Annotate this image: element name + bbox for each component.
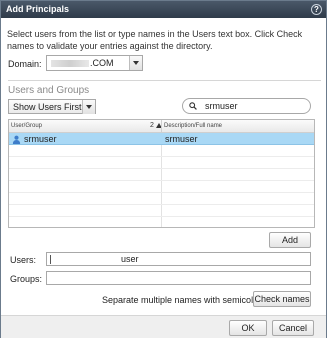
add-principals-dialog: Add Principals ? Select users from the l… <box>0 0 327 338</box>
domain-dropdown[interactable]: .COM <box>46 55 143 71</box>
users-value: user <box>121 254 139 264</box>
table-row <box>9 193 314 205</box>
groups-input[interactable] <box>46 271 311 285</box>
table-row <box>9 181 314 193</box>
users-input[interactable]: user <box>46 252 311 266</box>
column-header-user-group[interactable]: User/Group <box>11 123 42 129</box>
table-row <box>9 169 314 181</box>
instructions-text: Select users from the list or type names… <box>7 29 303 51</box>
ok-button[interactable]: OK <box>229 320 267 336</box>
table-row <box>9 205 314 217</box>
column-divider[interactable] <box>161 120 162 133</box>
table-row[interactable]: srmuser srmuser <box>9 133 314 145</box>
cancel-button[interactable]: Cancel <box>272 320 314 336</box>
show-filter-dropdown[interactable]: Show Users First <box>8 99 96 114</box>
text-cursor <box>50 255 51 264</box>
show-filter-value: Show Users First <box>13 102 82 112</box>
separator-hint: Separate multiple names with semicolons <box>102 295 268 305</box>
user-description: srmuser <box>165 134 198 144</box>
table-header: User/Group 2 Description/Full name <box>9 120 314 133</box>
search-input[interactable]: srmuser <box>182 98 311 114</box>
check-names-button[interactable]: Check names <box>253 291 311 307</box>
user-name: srmuser <box>24 134 57 144</box>
title-bar: Add Principals ? <box>1 1 326 18</box>
table-row <box>9 145 314 157</box>
search-value: srmuser <box>205 101 238 111</box>
table-row <box>9 157 314 169</box>
help-icon[interactable]: ? <box>311 4 322 15</box>
groups-label: Groups: <box>10 274 43 284</box>
divider <box>8 80 321 81</box>
column-header-description[interactable]: Description/Full name <box>164 123 222 129</box>
add-button[interactable]: Add <box>269 232 311 248</box>
dialog-title: Add Principals <box>6 4 70 14</box>
redacted-domain-prefix <box>51 60 89 67</box>
chevron-down-icon[interactable] <box>129 56 142 70</box>
section-title: Users and Groups <box>8 85 90 96</box>
domain-value: .COM <box>90 58 114 68</box>
user-icon <box>12 135 21 144</box>
search-icon <box>189 102 197 110</box>
users-groups-table: User/Group 2 Description/Full name srmus… <box>8 119 315 228</box>
sort-index: 2 <box>150 122 154 129</box>
domain-label: Domain: <box>8 59 42 69</box>
chevron-down-icon[interactable] <box>82 100 95 114</box>
users-label: Users: <box>10 255 37 265</box>
